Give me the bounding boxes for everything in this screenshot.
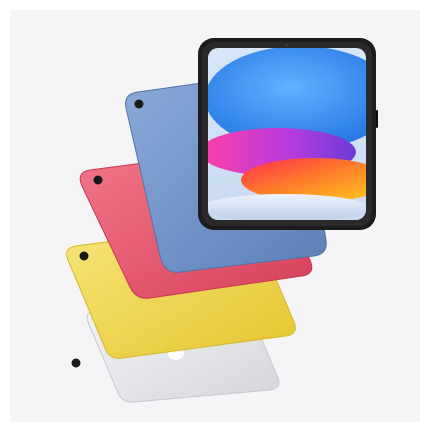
camera-icon [79,251,89,261]
side-button [376,110,378,128]
camera-icon [71,358,81,368]
camera-icon [134,99,144,109]
floor-wallpaper-shape [208,194,366,220]
camera-icon [93,175,103,185]
front-camera-icon [285,43,289,47]
product-image-frame [10,10,420,422]
front-ipad-screen [208,48,366,220]
front-ipad [198,38,378,230]
ipad-fan-illustration [66,38,378,403]
